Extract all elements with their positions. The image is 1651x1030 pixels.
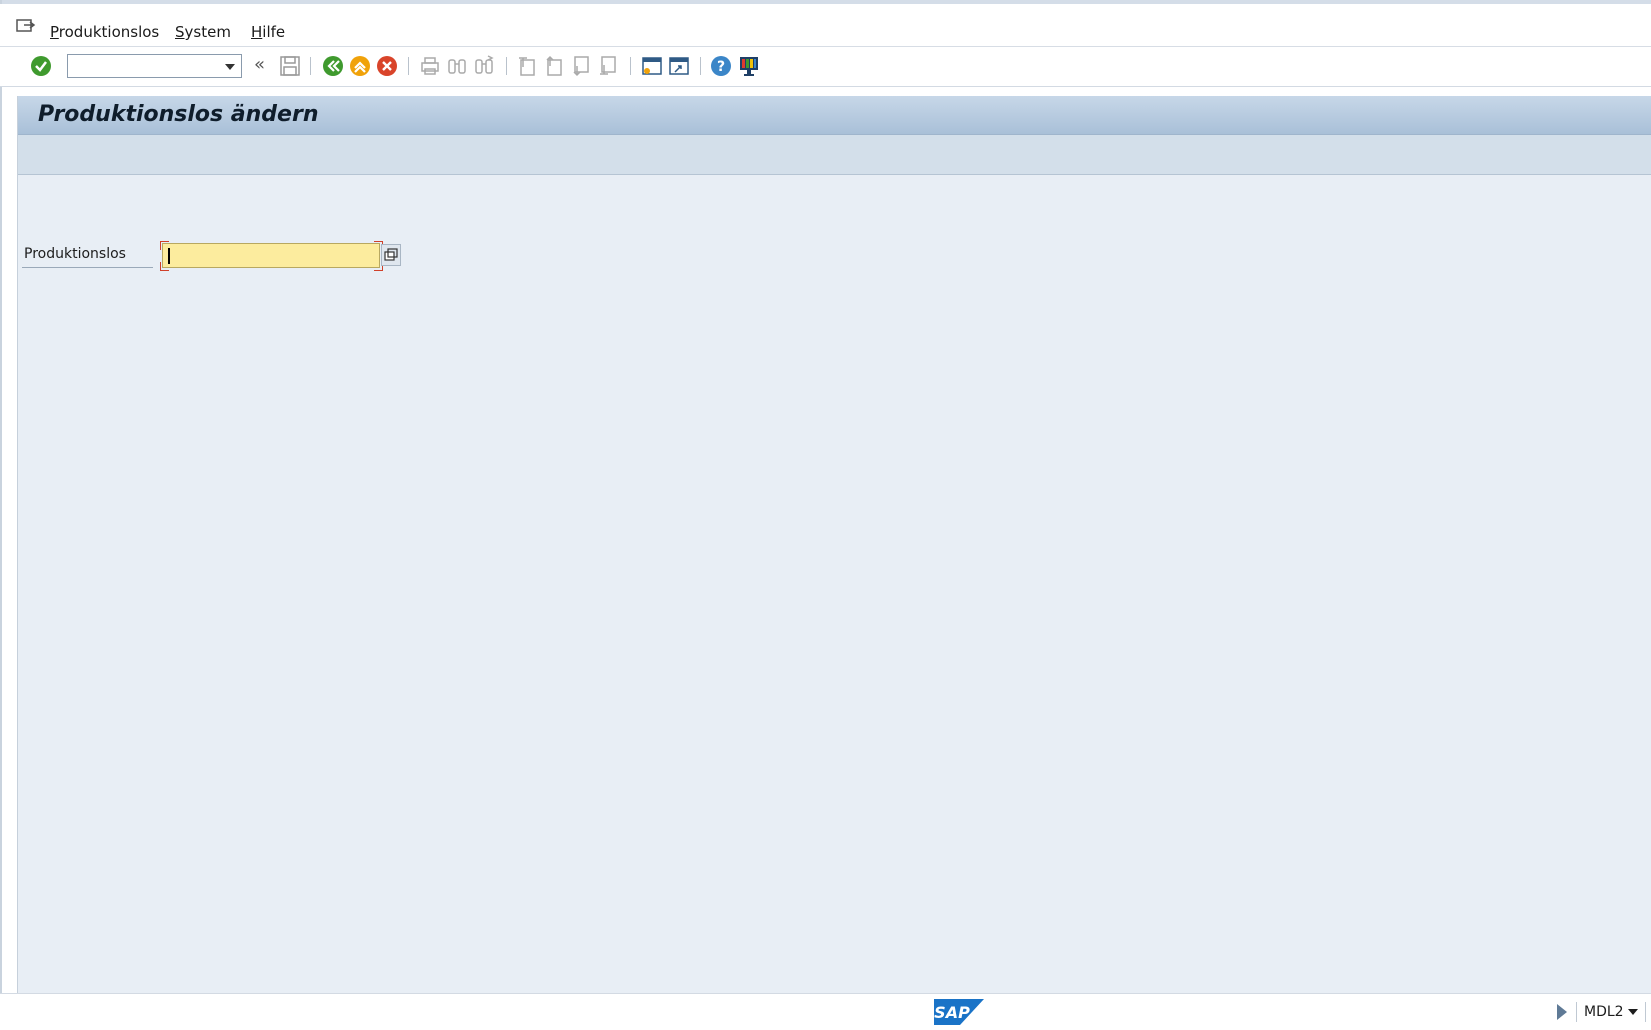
application-toolbar — [18, 135, 1651, 175]
toolbar-separator — [630, 57, 631, 75]
menu-bar: Produktionslos System Hilfe — [0, 4, 1651, 47]
svg-text:?: ? — [717, 59, 725, 75]
toolbar-separator — [310, 57, 311, 75]
cancel-icon[interactable] — [375, 54, 399, 78]
command-input[interactable] — [72, 56, 216, 78]
back-icon[interactable] — [321, 54, 345, 78]
production-lot-input[interactable] — [167, 245, 371, 268]
collapse-icon[interactable]: « — [254, 56, 265, 74]
save-icon[interactable] — [278, 54, 302, 78]
status-bar: SAP MDL2 — [0, 993, 1651, 1030]
window-left-border — [0, 0, 2, 1029]
last-page-icon[interactable] — [596, 54, 620, 78]
first-page-icon[interactable] — [515, 54, 539, 78]
screen-area: Produktionslos ändern Produktionslos — [17, 96, 1651, 993]
toolbar-separator — [700, 57, 701, 75]
value-help-button[interactable] — [381, 244, 401, 266]
page-title: Produktionslos ändern — [38, 102, 319, 127]
previous-page-icon[interactable] — [542, 54, 566, 78]
value-help-icon — [384, 248, 398, 261]
toolbar-separator — [506, 57, 507, 75]
menu-hilfe[interactable]: Hilfe — [251, 23, 285, 41]
system-id[interactable]: MDL2 — [1584, 1004, 1624, 1020]
status-divider — [1645, 1002, 1646, 1022]
status-expand-icon[interactable] — [1557, 1004, 1567, 1020]
help-icon[interactable]: ? — [709, 54, 733, 78]
production-lot-label: Produktionslos — [24, 246, 126, 262]
menu-toggle-icon[interactable] — [16, 18, 36, 34]
status-divider — [1576, 1002, 1577, 1022]
customize-layout-icon[interactable] — [737, 54, 761, 78]
print-icon[interactable] — [418, 54, 442, 78]
exit-icon[interactable] — [348, 54, 372, 78]
next-page-icon[interactable] — [569, 54, 593, 78]
title-bar: Produktionslos ändern — [18, 96, 1651, 135]
label-underline — [22, 267, 153, 268]
production-lot-field[interactable] — [162, 243, 380, 268]
find-icon[interactable] — [445, 54, 469, 78]
menu-system[interactable]: System — [175, 23, 231, 41]
system-toolbar: « ? — [0, 47, 1651, 87]
new-session-icon[interactable] — [640, 54, 664, 78]
menu-produktionslos[interactable]: Produktionslos — [50, 23, 159, 41]
enter-icon[interactable] — [29, 54, 53, 78]
required-marker — [160, 262, 169, 271]
required-marker — [160, 241, 169, 250]
create-shortcut-icon[interactable] — [667, 54, 691, 78]
find-next-icon[interactable] — [472, 54, 496, 78]
command-field[interactable] — [67, 54, 242, 78]
dropdown-icon[interactable] — [225, 64, 235, 70]
svg-text:SAP: SAP — [934, 1003, 970, 1022]
sap-logo: SAP — [934, 999, 984, 1025]
system-dropdown-icon[interactable] — [1628, 1009, 1638, 1015]
toolbar-separator — [408, 57, 409, 75]
